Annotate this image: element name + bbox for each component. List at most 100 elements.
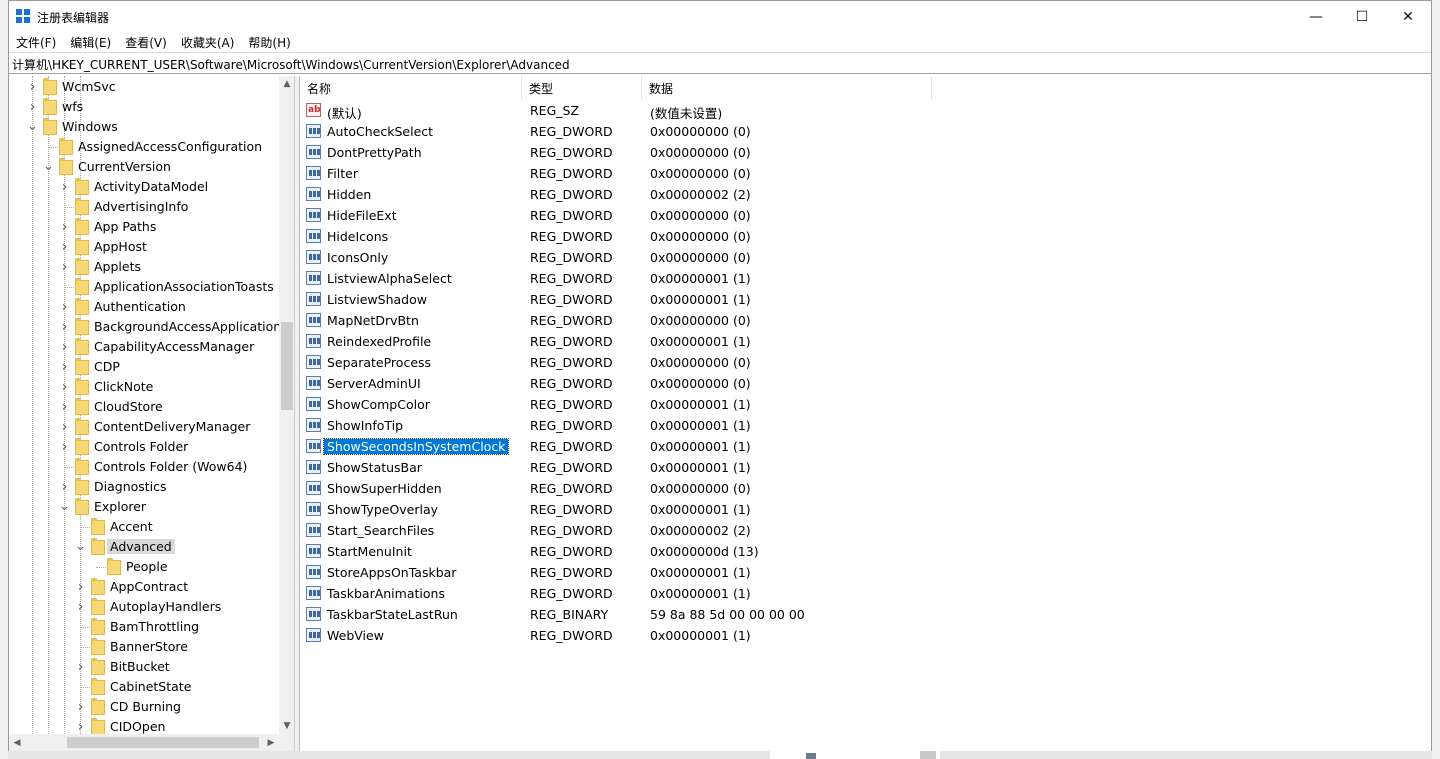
chevron-right-icon[interactable]: › — [59, 299, 70, 315]
chevron-down-icon[interactable]: ⌄ — [27, 119, 38, 134]
tree-node-label[interactable]: CIDOpen — [107, 719, 168, 734]
maximize-button[interactable]: ☐ — [1339, 1, 1385, 32]
value-name[interactable]: Start_SearchFiles — [324, 523, 437, 538]
chevron-down-icon[interactable]: ⌄ — [75, 539, 86, 554]
chevron-right-icon[interactable]: › — [59, 259, 70, 275]
value-name[interactable]: ReindexedProfile — [324, 334, 434, 349]
tree-node-label[interactable]: BamThrottling — [107, 619, 202, 634]
value-row[interactable]: ReindexedProfile REG_DWORD 0x00000001 (1) — [300, 331, 1000, 352]
chevron-right-icon[interactable]: › — [59, 419, 70, 435]
value-name[interactable]: TaskbarAnimations — [324, 586, 448, 601]
tree-node-label[interactable]: AppHost — [91, 239, 150, 254]
tree-node[interactable]: Controls Folder (Wow64) — [9, 457, 279, 477]
tree-node-label[interactable]: ActivityDataModel — [91, 179, 211, 194]
value-row[interactable]: SeparateProcess REG_DWORD 0x00000000 (0) — [300, 352, 1000, 373]
tree-node[interactable]: ⌄ CurrentVersion — [9, 157, 279, 177]
value-row[interactable]: IconsOnly REG_DWORD 0x00000000 (0) — [300, 247, 1000, 268]
tree-node-label[interactable]: ContentDeliveryManager — [91, 419, 253, 434]
value-row[interactable]: TaskbarStateLastRun REG_BINARY 59 8a 88 5d… — [300, 604, 1000, 625]
value-name[interactable]: ShowStatusBar — [324, 460, 425, 475]
tree-node-label[interactable]: CurrentVersion — [75, 159, 174, 174]
tree-node-label[interactable]: CD Burning — [107, 699, 184, 714]
value-row[interactable]: Filter REG_DWORD 0x00000000 (0) — [300, 163, 1000, 184]
tree-node-label[interactable]: AssignedAccessConfiguration — [75, 139, 265, 154]
tree-vertical-scrollbar[interactable]: ▲ ▼ — [279, 76, 294, 734]
menu-favorites[interactable]: 收藏夹(A) — [174, 32, 242, 52]
title-bar[interactable]: 注册表编辑器 — ☐ ✕ — [9, 1, 1431, 32]
value-row[interactable]: WebView REG_DWORD 0x00000001 (1) — [300, 625, 1000, 646]
value-row[interactable]: MapNetDrvBtn REG_DWORD 0x00000000 (0) — [300, 310, 1000, 331]
value-row[interactable]: HideIcons REG_DWORD 0x00000000 (0) — [300, 226, 1000, 247]
value-name[interactable]: ListviewAlphaSelect — [324, 271, 455, 286]
chevron-right-icon[interactable]: › — [75, 659, 86, 675]
tree-node-label[interactable]: Controls Folder — [91, 439, 191, 454]
value-name[interactable]: HideFileExt — [324, 208, 400, 223]
value-name[interactable]: IconsOnly — [324, 250, 391, 265]
tree-node[interactable]: ⌄ Advanced — [9, 537, 279, 557]
tree-node-label[interactable]: AutoplayHandlers — [107, 599, 224, 614]
tree-node[interactable]: › ContentDeliveryManager — [9, 417, 279, 437]
tree-node[interactable]: ApplicationAssociationToasts — [9, 277, 279, 297]
column-header-type[interactable]: 类型 — [522, 76, 642, 100]
chevron-right-icon[interactable]: › — [59, 399, 70, 415]
tree-node-label[interactable]: ApplicationAssociationToasts — [91, 279, 277, 294]
tree-node[interactable]: › CD Burning — [9, 697, 279, 717]
column-header-data[interactable]: 数据 — [642, 76, 932, 100]
tree-node[interactable]: › App Paths — [9, 217, 279, 237]
chevron-right-icon[interactable]: › — [75, 699, 86, 715]
value-name[interactable]: WebView — [324, 628, 387, 643]
tree-node[interactable]: › CIDOpen — [9, 717, 279, 734]
value-row[interactable]: ListviewAlphaSelect REG_DWORD 0x00000001 (… — [300, 268, 1000, 289]
value-row[interactable]: ab (默认) REG_SZ (数值未设置) — [300, 100, 1000, 121]
tree-node-label[interactable]: Applets — [91, 259, 144, 274]
tree-node[interactable]: ⌄ Explorer — [9, 497, 279, 517]
tree-node-label[interactable]: People — [123, 559, 171, 574]
tree-node-label[interactable]: Explorer — [91, 499, 149, 514]
chevron-right-icon[interactable]: › — [59, 479, 70, 495]
value-row[interactable]: ShowInfoTip REG_DWORD 0x00000001 (1) — [300, 415, 1000, 436]
tree-node[interactable]: › BitBucket — [9, 657, 279, 677]
value-name[interactable]: ShowCompColor — [324, 397, 433, 412]
value-row[interactable]: StartMenuInit REG_DWORD 0x0000000d (13) — [300, 541, 1000, 562]
chevron-right-icon[interactable]: › — [75, 719, 86, 735]
tree-node[interactable]: › Applets — [9, 257, 279, 277]
column-header-name[interactable]: 名称 — [300, 76, 522, 100]
chevron-right-icon[interactable]: › — [75, 599, 86, 615]
value-row[interactable]: Start_SearchFiles REG_DWORD 0x00000002 (2) — [300, 520, 1000, 541]
menu-edit[interactable]: 编辑(E) — [63, 32, 118, 52]
chevron-down-icon[interactable]: ⌄ — [59, 499, 70, 514]
chevron-right-icon[interactable]: › — [59, 379, 70, 395]
value-name[interactable]: StartMenuInit — [324, 544, 415, 559]
value-name[interactable]: ShowTypeOverlay — [324, 502, 441, 517]
value-row[interactable]: ServerAdminUI REG_DWORD 0x00000000 (0) — [300, 373, 1000, 394]
tree-node-label[interactable]: BannerStore — [107, 639, 191, 654]
tree-node[interactable]: › Authentication — [9, 297, 279, 317]
tree-node[interactable]: › Diagnostics — [9, 477, 279, 497]
tree-node[interactable]: › CloudStore — [9, 397, 279, 417]
scroll-down-arrow-icon[interactable]: ▼ — [279, 718, 294, 734]
tree-node-label[interactable]: ClickNote — [91, 379, 156, 394]
tree-node[interactable]: › ActivityDataModel — [9, 177, 279, 197]
value-row[interactable]: DontPrettyPath REG_DWORD 0x00000000 (0) — [300, 142, 1000, 163]
scroll-left-arrow-icon[interactable]: ◀ — [9, 734, 25, 751]
tree-horizontal-scrollbar[interactable]: ◀ ▶ — [9, 734, 279, 751]
tree-node-label[interactable]: BitBucket — [107, 659, 173, 674]
value-name[interactable]: TaskbarStateLastRun — [324, 607, 461, 622]
chevron-right-icon[interactable]: › — [59, 219, 70, 235]
tree-node-label[interactable]: WcmSvc — [59, 79, 119, 94]
tree-node-label[interactable]: Accent — [107, 519, 156, 534]
tree-node-label[interactable]: App Paths — [91, 219, 159, 234]
value-name[interactable]: (默认) — [324, 103, 365, 122]
tree-node[interactable]: Accent — [9, 517, 279, 537]
tree-node-label[interactable]: CloudStore — [91, 399, 166, 414]
minimize-button[interactable]: — — [1293, 1, 1339, 32]
value-row[interactable]: Hidden REG_DWORD 0x00000002 (2) — [300, 184, 1000, 205]
close-button[interactable]: ✕ — [1385, 1, 1431, 32]
scroll-right-arrow-icon[interactable]: ▶ — [263, 734, 279, 751]
chevron-right-icon[interactable]: › — [27, 99, 38, 115]
value-row[interactable]: ShowSecondsInSystemClock REG_DWORD 0x00000… — [300, 436, 1000, 457]
value-name[interactable]: ShowSecondsInSystemClock — [322, 438, 510, 455]
tree-node[interactable]: › CapabilityAccessManager — [9, 337, 279, 357]
value-name[interactable]: ListviewShadow — [324, 292, 430, 307]
tree-node-label[interactable]: BackgroundAccessApplications — [91, 319, 279, 334]
